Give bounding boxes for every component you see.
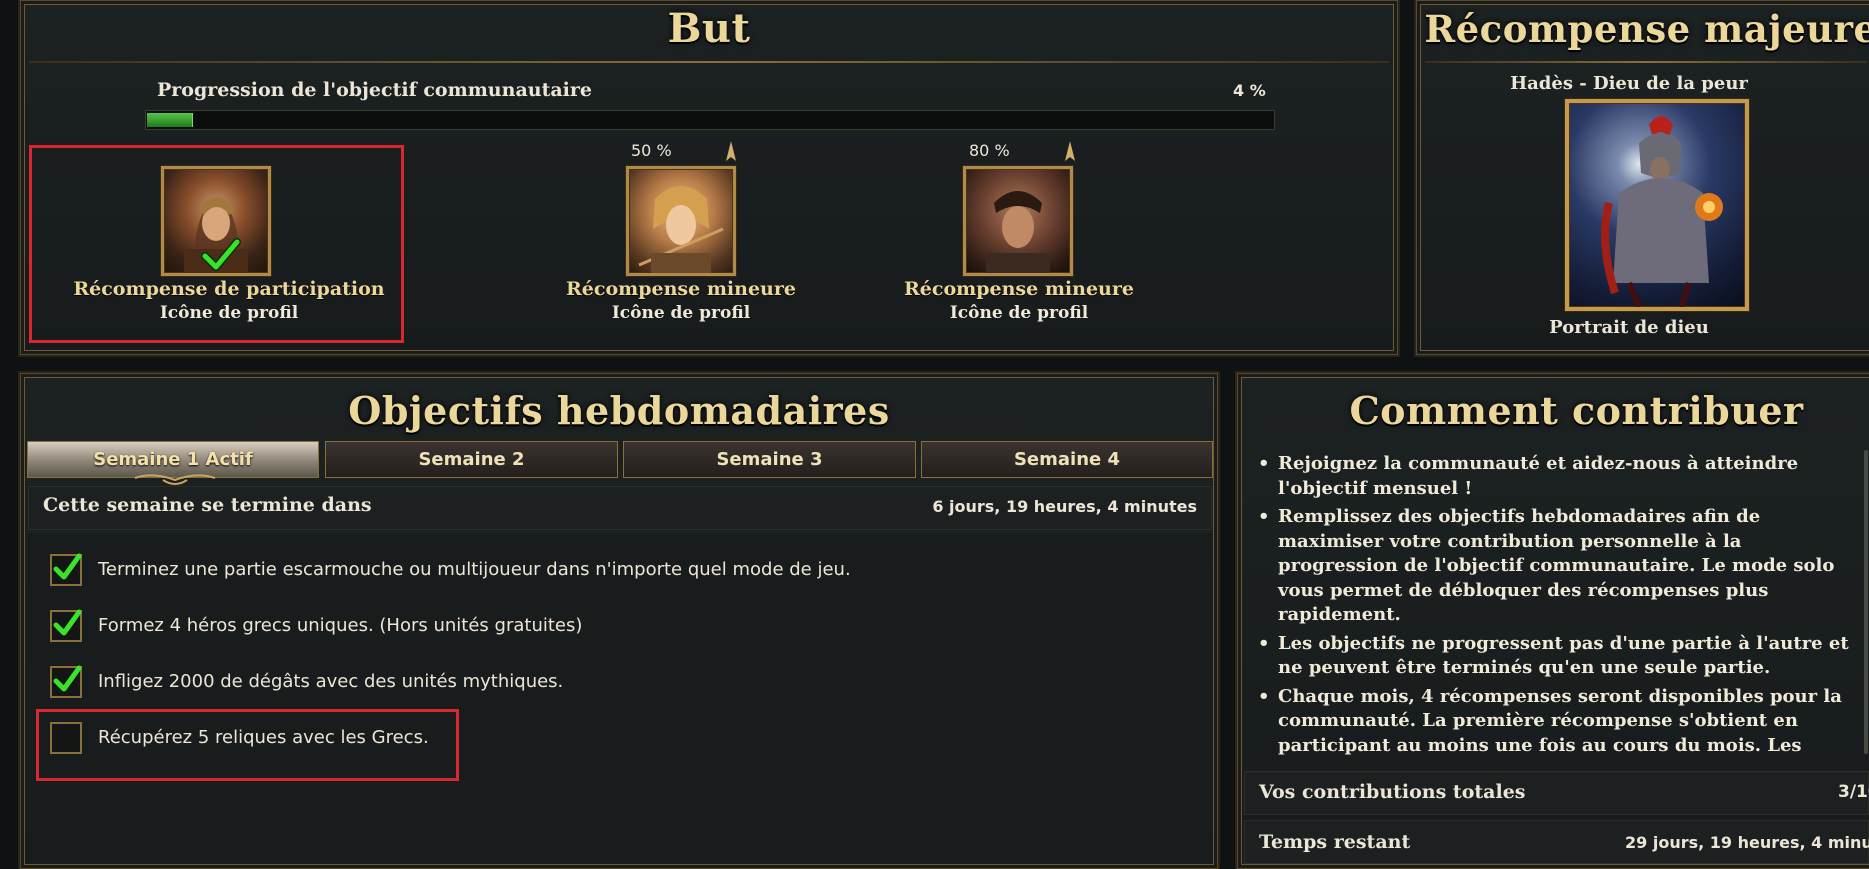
objective-checkbox[interactable] [50,665,82,698]
major-reward-title: Récompense majeure [1424,7,1869,51]
reward-minor-50-type: Icône de profil [611,303,751,323]
rule-item: Les objectifs ne progressent pas d'une p… [1258,632,1850,681]
reward-minor-80-icon [963,166,1073,276]
participation-highlight [29,145,404,343]
reward-minor-50-threshold: 50 % [631,141,672,160]
total-contributions-row: Vos contributions totales 3/10 [1244,771,1869,815]
time-remaining-label: Temps restant [1259,831,1411,853]
goal-title: But [667,5,751,52]
progress-bar-fill [147,113,193,127]
objective-text: Infligez 2000 de dégâts avec des unités … [98,671,564,692]
reward-minor-50-icon [626,166,736,276]
objective-text: Formez 4 héros grecs uniques. (Hors unit… [98,615,583,636]
tab-week-3[interactable]: Semaine 3 [623,441,916,478]
week-ends-value: 6 jours, 19 heures, 4 minutes [932,497,1197,516]
total-contributions-label: Vos contributions totales [1259,781,1526,803]
objective-item: Terminez une partie escarmouche ou multi… [28,550,1212,590]
reward-minor-50-name: Récompense mineure [566,278,796,300]
objective-item: Formez 4 héros grecs uniques. (Hors unit… [28,606,1212,646]
major-reward-divider [1425,61,1867,63]
goal-panel: But Progression de l'objectif communauta… [20,0,1398,355]
hero-portrait-art [986,191,1050,273]
reward-minor-80[interactable]: 80 % Récompense mineure Icône de profil [839,141,1199,341]
threshold-marker-icon [1065,141,1075,161]
tab-week-2[interactable]: Semaine 2 [325,441,618,478]
check-icon [53,553,82,580]
hero-portrait-art [638,186,724,273]
check-icon [53,609,82,636]
rule-item: Chaque mois, 4 récompenses seront dispon… [1258,685,1850,761]
time-remaining-row: Temps restant 29 jours, 19 heures, 4 min… [1244,820,1869,864]
major-reward-type: Portrait de dieu [1549,317,1709,338]
objective-item: Infligez 2000 de dégâts avec des unités … [28,662,1212,702]
threshold-marker-icon [726,141,736,161]
time-remaining-value: 29 jours, 19 heures, 4 minutes [1625,833,1869,852]
objectives-list: Terminez une partie escarmouche ou multi… [28,534,1212,864]
objective-checkbox[interactable] [50,553,82,586]
reward-minor-80-name: Récompense mineure [904,278,1134,300]
goal-title-divider [29,61,1389,63]
week-ends-row: Cette semaine se termine dans 6 jours, 1… [28,486,1212,530]
reward-minor-80-threshold: 80 % [969,141,1010,160]
unfinished-objective-highlight [36,709,459,781]
reward-minor-50[interactable]: 50 % Récompense mineure Icône de profil [501,141,861,341]
hades-portrait-art [1601,116,1723,309]
reward-minor-80-type: Icône de profil [949,303,1089,323]
rules-scrollbar[interactable] [1864,450,1868,754]
check-icon [53,665,82,692]
contribute-title: Comment contribuer [1349,388,1804,433]
rule-item: Remplissez des objectifs hebdomadaires a… [1258,505,1850,628]
weekly-title: Objectifs hebdomadaires [348,388,890,433]
objective-text: Terminez une partie escarmouche ou multi… [98,559,851,580]
rule-item: Rejoignez la communauté et aidez-nous à … [1258,452,1850,501]
week-ends-label: Cette semaine se termine dans [43,494,372,516]
major-reward-panel: Récompense majeure Hadès - Dieu de la pe… [1416,0,1869,355]
contribute-rules: Rejoignez la communauté et aidez-nous à … [1250,452,1850,760]
major-reward-portrait[interactable] [1565,99,1749,311]
progress-label: Progression de l'objectif communautaire [157,79,592,101]
progress-percent: 4 % [1233,81,1266,100]
major-reward-name: Hadès - Dieu de la peur [1510,73,1748,94]
total-contributions-value: 3/10 [1838,782,1869,802]
tab-week-4[interactable]: Semaine 4 [921,441,1213,478]
progress-bar [145,110,1275,130]
objective-checkbox[interactable] [50,609,82,642]
